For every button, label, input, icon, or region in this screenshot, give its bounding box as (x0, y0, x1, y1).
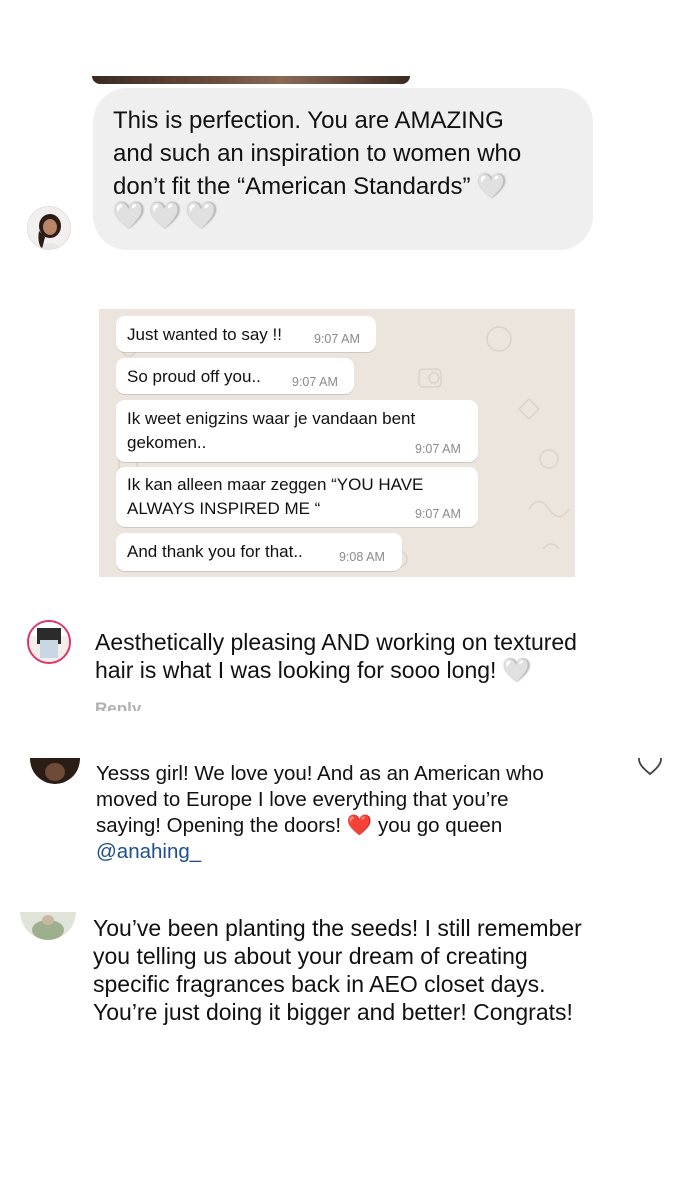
whatsapp-message: Just wanted to say !! 9:07 AM (116, 316, 376, 352)
message-text-line: Ik kan alleen maar zeggen “YOU HAVE (127, 475, 424, 494)
message-time: 9:07 AM (314, 332, 360, 346)
comment-line: hair is what I was looking for sooo long… (95, 657, 532, 683)
commenter-avatar-1[interactable] (27, 620, 71, 664)
commenter-avatar-2[interactable] (30, 758, 80, 784)
message-time: 9:08 AM (339, 550, 385, 564)
dm-line: don’t fit the “American Standards” 🤍 (113, 173, 508, 200)
comment-line: moved to Europe I love everything that y… (96, 788, 509, 811)
message-time: 9:07 AM (415, 507, 461, 521)
message-text: Just wanted to say !! (127, 325, 282, 344)
comment-line: You’ve been planting the seeds! I still … (93, 915, 582, 941)
comment-line: Yesss girl! We love you! And as an Ameri… (96, 762, 544, 785)
comment-line: You’re just doing it bigger and better! … (93, 999, 573, 1025)
message-time: 9:07 AM (292, 375, 338, 389)
comment-text-2: Yesss girl! We love you! And as an Ameri… (96, 761, 616, 865)
comment-text-3: You’ve been planting the seeds! I still … (93, 914, 663, 1026)
comment-line: Aesthetically pleasing AND working on te… (95, 629, 577, 655)
dm-avatar[interactable] (27, 206, 71, 250)
like-heart-icon[interactable] (636, 758, 664, 778)
whatsapp-message: And thank you for that.. 9:08 AM (116, 533, 402, 571)
dm-message-text: This is perfection. You are AMAZING and … (113, 104, 583, 203)
reply-link-clip: Reply (95, 699, 175, 711)
comment-line: specific fragrances back in AEO closet d… (93, 971, 546, 997)
comment-line: saying! Opening the doors! ❤️ you go que… (96, 814, 503, 837)
cropped-shared-image (92, 76, 410, 84)
message-text-line: ALWAYS INSPIRED ME “ (127, 499, 321, 518)
commenter-avatar-3-clip (20, 912, 76, 940)
white-heart-emoji: 🤍 (477, 173, 508, 200)
comment-text-1: Aesthetically pleasing AND working on te… (95, 628, 655, 684)
white-hearts-emoji: 🤍🤍🤍 (113, 200, 223, 230)
white-heart-emoji: 🤍 (502, 657, 532, 683)
whatsapp-message: So proud off you.. 9:07 AM (116, 358, 354, 394)
whatsapp-screenshot: Just wanted to say !! 9:07 AM So proud o… (99, 309, 575, 577)
commenter-avatar-2-clip (30, 758, 80, 788)
message-text: And thank you for that.. (127, 542, 303, 561)
dm-line: and such an inspiration to women who (113, 140, 522, 167)
whatsapp-message: Ik weet enigzins waar je vandaan bent ge… (116, 400, 478, 462)
dm-line: This is perfection. You are AMAZING (113, 107, 504, 134)
red-heart-emoji: ❤️ (346, 814, 373, 837)
comment-line: you telling us about your dream of creat… (93, 943, 528, 969)
message-text: So proud off you.. (127, 367, 261, 386)
commenter-avatar-3[interactable] (20, 912, 76, 940)
whatsapp-message: Ik kan alleen maar zeggen “YOU HAVE ALWA… (116, 467, 478, 527)
message-text-line: gekomen.. (127, 433, 207, 452)
reply-link[interactable]: Reply (95, 699, 141, 711)
mention-link[interactable]: @anahing_ (96, 839, 616, 865)
message-text-line: Ik weet enigzins waar je vandaan bent (127, 409, 416, 428)
message-time: 9:07 AM (415, 442, 461, 456)
